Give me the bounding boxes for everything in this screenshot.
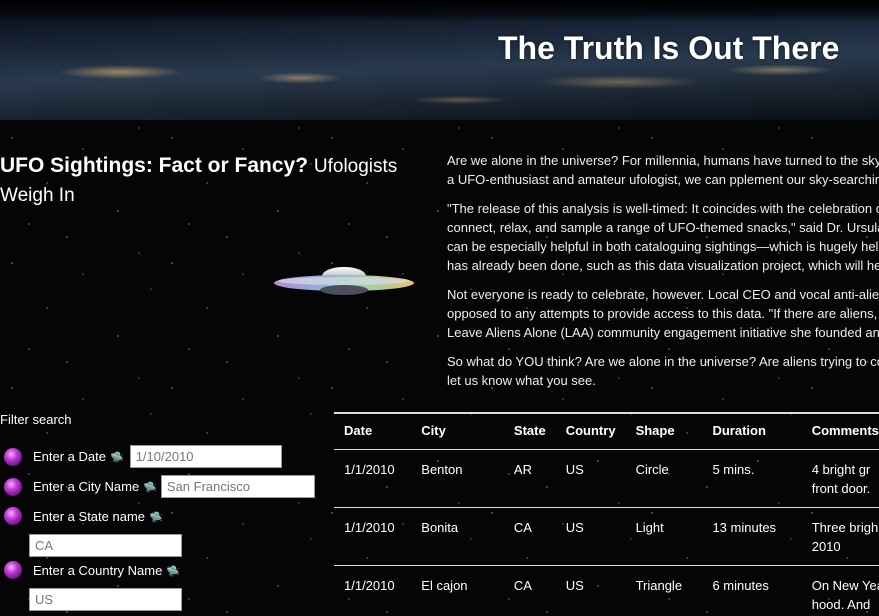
cell-state: CA — [503, 506, 556, 565]
cell-comments: On New Yea hood. And — [801, 564, 879, 616]
cell-country: US — [555, 564, 626, 616]
flying-saucer-icon: 🛸 — [143, 482, 157, 494]
cell-comments: 4 bright gr front door. — [801, 448, 879, 507]
cell-duration: 5 mins. — [702, 448, 802, 507]
article-line: So what do YOU think? Are we alone in th… — [447, 354, 879, 369]
table-row: 1/1/2010 El cajon CA US Triangle 6 minut… — [334, 564, 879, 616]
cell-comments: Three brigh 2010 — [801, 506, 879, 565]
flying-saucer-icon: 🛸 — [166, 565, 181, 578]
cell-city: Benton — [411, 448, 504, 507]
article-line: opposed to any attempts to provide acces… — [447, 306, 879, 321]
article-paragraph: "The release of this analysis is well-ti… — [447, 199, 879, 275]
header-banner: The Truth Is Out There — [0, 0, 879, 120]
column-header-duration[interactable]: Duration — [702, 412, 802, 449]
article-line: has already been done, such as this data… — [447, 258, 879, 273]
table-header-row: Date City State Country Shape Duration C… — [334, 412, 879, 449]
filter-search-title: Filter search — [0, 412, 72, 427]
purple-orb-icon — [4, 561, 22, 579]
comment-line: Three brigh — [811, 519, 879, 535]
comment-line: 4 bright gr — [811, 461, 871, 477]
city-label: Enter a City Name 🛸 — [33, 479, 157, 494]
column-header-comments[interactable]: Comments — [801, 412, 879, 449]
article-line: "The release of this analysis is well-ti… — [447, 201, 879, 216]
article-line: can be especially helpful in both catalo… — [447, 239, 879, 254]
city-input[interactable] — [160, 475, 315, 498]
article-line: connect, relax, and sample a range of UF… — [447, 220, 879, 235]
article-heading: UFO Sightings: Fact or Fancy? Ufologists… — [0, 152, 420, 210]
column-header-city[interactable]: City — [411, 412, 504, 449]
state-label: Enter a State name 🛸 — [33, 508, 163, 524]
article-line: let us know what you see. — [447, 373, 596, 388]
purple-orb-icon — [4, 477, 22, 496]
cell-state: AR — [503, 448, 556, 507]
article-line: Not everyone is ready to celebrate, howe… — [447, 287, 879, 302]
cell-city: El cajon — [411, 564, 504, 616]
article-line: Are we alone in the universe? For millen… — [447, 153, 879, 168]
page-title: The Truth Is Out There — [498, 30, 840, 66]
column-header-shape[interactable]: Shape — [625, 412, 703, 449]
flying-saucer-icon: 🛸 — [110, 452, 124, 464]
column-header-date[interactable]: Date — [334, 412, 412, 449]
ufo-sightings-table: Date City State Country Shape Duration C… — [334, 412, 879, 616]
cell-shape: Triangle — [625, 564, 703, 616]
article-paragraph: Are we alone in the universe? For millen… — [447, 151, 879, 189]
cell-date: 1/1/2010 — [334, 506, 412, 565]
article-paragraph: Not everyone is ready to celebrate, howe… — [447, 285, 879, 342]
cell-date: 1/1/2010 — [334, 448, 412, 507]
cell-duration: 6 minutes — [702, 564, 802, 616]
cell-country: US — [555, 448, 626, 507]
column-header-state[interactable]: State — [503, 412, 556, 449]
cell-date: 1/1/2010 — [334, 564, 412, 616]
date-label: Enter a Date 🛸 — [33, 449, 124, 464]
column-header-country[interactable]: Country — [555, 412, 626, 449]
comment-line: 2010 — [811, 538, 841, 554]
purple-orb-icon — [4, 447, 22, 466]
date-input[interactable] — [129, 445, 282, 468]
article-paragraph: So what do YOU think? Are we alone in th… — [447, 352, 879, 390]
comment-line: front door. — [811, 480, 871, 496]
table-row: 1/1/2010 Benton AR US Circle 5 mins. 4 b… — [334, 448, 879, 507]
filter-state-row: Enter a State name 🛸 — [0, 507, 163, 525]
filter-city-row: Enter a City Name 🛸 — [0, 475, 315, 498]
article-line: a UFO-enthusiast and amateur ufologist, … — [447, 172, 879, 187]
cell-city: Bonita — [411, 506, 504, 565]
country-input[interactable] — [29, 588, 182, 611]
ufo-image — [274, 267, 414, 295]
article-body: Are we alone in the universe? For millen… — [447, 151, 879, 400]
cell-shape: Circle — [625, 448, 703, 507]
cell-shape: Light — [625, 506, 703, 565]
comment-line: On New Yea — [811, 577, 879, 593]
state-input[interactable] — [29, 534, 182, 557]
country-label: Enter a Country Name 🛸 — [33, 562, 181, 578]
cell-country: US — [555, 506, 626, 565]
filter-date-row: Enter a Date 🛸 — [0, 445, 282, 468]
table-row: 1/1/2010 Bonita CA US Light 13 minutes T… — [334, 506, 879, 565]
cell-duration: 13 minutes — [702, 506, 802, 565]
comment-line: hood. And — [811, 596, 871, 612]
purple-orb-icon — [4, 507, 22, 525]
cell-state: CA — [503, 564, 556, 616]
article-heading-main: UFO Sightings: Fact or Fancy? — [0, 154, 309, 177]
article-line: Leave Aliens Alone (LAA) community engag… — [447, 325, 879, 340]
flying-saucer-icon: 🛸 — [149, 511, 163, 524]
filter-country-row: Enter a Country Name 🛸 — [0, 561, 180, 579]
